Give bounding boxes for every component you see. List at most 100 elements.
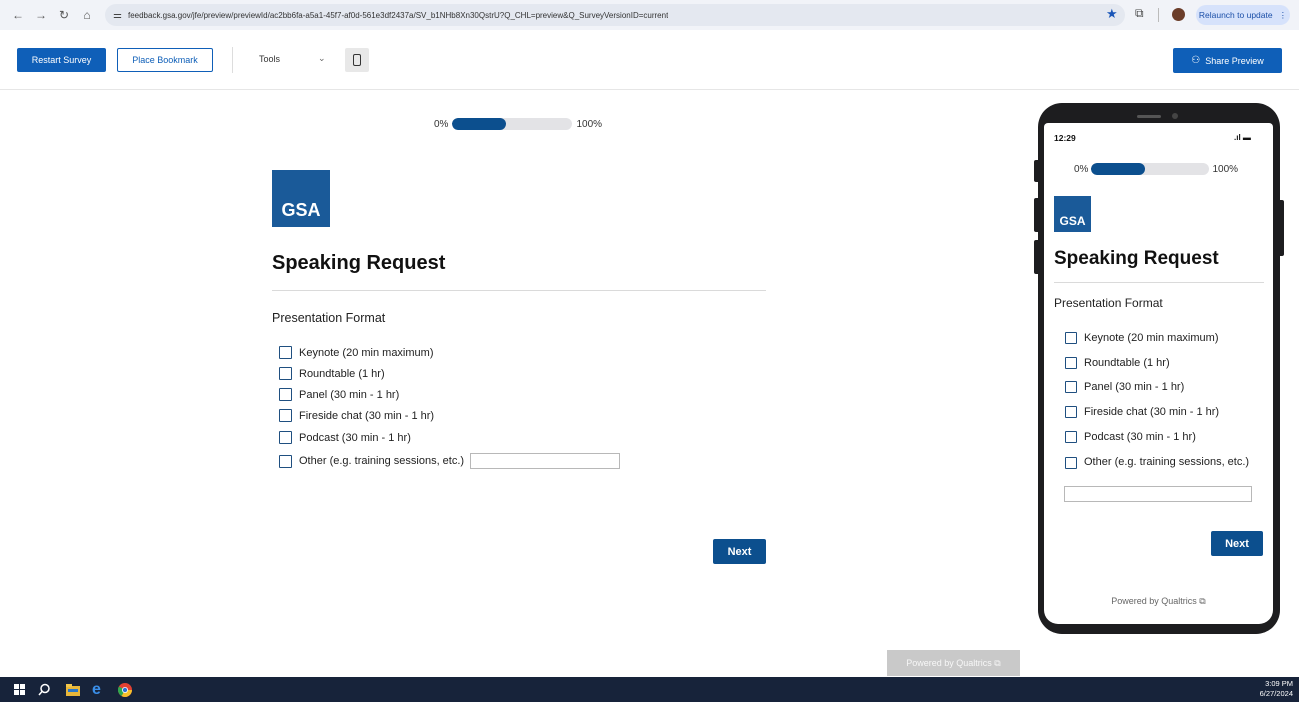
share-preview-button[interactable]: ⚇ Share Preview bbox=[1173, 48, 1282, 73]
progress-end-label: 100% bbox=[576, 118, 603, 130]
tools-dropdown[interactable]: Tools bbox=[259, 54, 280, 64]
phone-status-time: 12:29 bbox=[1054, 133, 1076, 143]
choice-label: Roundtable (1 hr) bbox=[299, 367, 385, 380]
progress-track bbox=[1091, 163, 1210, 175]
phone-signal-battery-icon: .ıl ▬ bbox=[1234, 133, 1251, 142]
choice-other[interactable]: Other (e.g. training sessions, etc.) bbox=[279, 453, 621, 469]
relaunch-label: Relaunch to update bbox=[1198, 10, 1273, 20]
title-divider bbox=[272, 290, 766, 291]
restart-survey-button[interactable]: Restart Survey bbox=[17, 48, 106, 72]
choice-label: Other (e.g. training sessions, etc.) bbox=[1084, 456, 1250, 468]
gsa-logo: GSA bbox=[1054, 196, 1091, 232]
checkbox[interactable] bbox=[1065, 457, 1077, 469]
choice-label: Panel (30 min - 1 hr) bbox=[299, 388, 400, 401]
question-text: Presentation Format bbox=[1054, 296, 1163, 310]
next-label: Next bbox=[1225, 537, 1249, 550]
choice-label: Fireside chat (30 min - 1 hr) bbox=[1084, 406, 1220, 418]
extensions-icon[interactable]: ⧉ bbox=[1135, 6, 1144, 21]
choice-label: Fireside chat (30 min - 1 hr) bbox=[299, 409, 435, 422]
choice-label: Podcast (30 min - 1 hr) bbox=[1084, 431, 1196, 443]
choice-panel[interactable]: Panel (30 min - 1 hr) bbox=[279, 388, 399, 401]
url-text: feedback.gsa.gov/jfe/preview/previewId/a… bbox=[127, 10, 669, 20]
forward-icon[interactable]: → bbox=[31, 5, 51, 25]
checkbox[interactable] bbox=[279, 431, 292, 444]
profile-avatar[interactable] bbox=[1172, 8, 1185, 21]
progress-start-label: 0% bbox=[1074, 163, 1089, 175]
clock-date: 6/27/2024 bbox=[1259, 689, 1293, 698]
place-bookmark-button[interactable]: Place Bookmark bbox=[117, 48, 213, 72]
choice-fireside-chat[interactable]: Fireside chat (30 min - 1 hr) bbox=[279, 409, 434, 422]
checkbox[interactable] bbox=[1065, 431, 1077, 443]
address-bar[interactable]: ⚌ feedback.gsa.gov/jfe/preview/previewId… bbox=[105, 4, 1125, 26]
home-icon[interactable]: ⌂ bbox=[77, 5, 97, 25]
gsa-logo: GSA bbox=[272, 170, 330, 227]
title-divider bbox=[1054, 282, 1264, 283]
system-clock[interactable]: 3:09 PM 6/27/2024 bbox=[1260, 679, 1293, 699]
more-menu-icon: ⋮ bbox=[1278, 9, 1288, 20]
phone-speaker bbox=[1137, 115, 1161, 118]
checkbox[interactable] bbox=[1065, 406, 1077, 418]
phone-power-button bbox=[1280, 200, 1284, 256]
phone-camera bbox=[1172, 113, 1178, 119]
back-icon[interactable]: ← bbox=[8, 5, 28, 25]
choice-label: Keynote (20 min maximum) bbox=[299, 346, 434, 359]
next-label: Next bbox=[727, 545, 752, 558]
relaunch-button[interactable]: Relaunch to update ⋮ bbox=[1196, 5, 1290, 25]
search-icon[interactable] bbox=[38, 682, 51, 697]
windows-taskbar: e 3:09 PM 6/27/2024 bbox=[0, 677, 1299, 702]
powered-by-label: Powered by Qualtrics ⧉ bbox=[906, 657, 1001, 668]
mobile-phone-icon bbox=[353, 54, 361, 66]
bookmark-star-icon[interactable]: ★ bbox=[1106, 6, 1118, 22]
chevron-down-icon[interactable]: ⌄ bbox=[318, 53, 326, 64]
next-button[interactable]: Next bbox=[713, 539, 766, 564]
chrome-icon[interactable] bbox=[118, 682, 132, 697]
choice-podcast[interactable]: Podcast (30 min - 1 hr) bbox=[279, 431, 411, 444]
reload-icon[interactable]: ↻ bbox=[54, 5, 74, 25]
checkbox[interactable] bbox=[279, 409, 292, 422]
toolbar-divider bbox=[232, 47, 233, 73]
choice-label: Roundtable (1 hr) bbox=[1084, 357, 1170, 369]
choice-fireside-chat[interactable]: Fireside chat (30 min - 1 hr) bbox=[1065, 406, 1219, 418]
next-button[interactable]: Next bbox=[1211, 531, 1263, 556]
powered-by-link[interactable]: Powered by Qualtrics ⧉ bbox=[1044, 596, 1273, 607]
progress-bar: 0% 100% bbox=[434, 118, 602, 130]
choice-keynote[interactable]: Keynote (20 min maximum) bbox=[1065, 332, 1219, 344]
phone-progress-bar: 0% 100% bbox=[1074, 163, 1238, 175]
internet-explorer-icon[interactable]: e bbox=[92, 681, 101, 698]
place-bookmark-label: Place Bookmark bbox=[132, 55, 198, 65]
share-icon: ⚇ bbox=[1191, 55, 1201, 66]
choice-label: Panel (30 min - 1 hr) bbox=[1084, 381, 1185, 393]
divider bbox=[1158, 8, 1159, 22]
site-settings-icon[interactable]: ⚌ bbox=[113, 10, 122, 21]
choice-roundtable[interactable]: Roundtable (1 hr) bbox=[1065, 357, 1170, 369]
checkbox[interactable] bbox=[279, 388, 292, 401]
other-text-input[interactable] bbox=[470, 453, 621, 469]
powered-by-link[interactable]: Powered by Qualtrics ⧉ bbox=[887, 650, 1020, 676]
logo-text: GSA bbox=[281, 200, 321, 220]
choice-roundtable[interactable]: Roundtable (1 hr) bbox=[279, 367, 385, 380]
checkbox[interactable] bbox=[1065, 332, 1077, 344]
progress-fill bbox=[1091, 163, 1145, 175]
choice-other[interactable]: Other (e.g. training sessions, etc.) bbox=[1065, 456, 1255, 469]
restart-survey-label: Restart Survey bbox=[31, 55, 92, 65]
mobile-view-toggle[interactable] bbox=[345, 48, 369, 72]
progress-fill bbox=[452, 118, 507, 130]
page-title: Speaking Request bbox=[1054, 248, 1219, 269]
preview-toolbar: Restart Survey Place Bookmark Tools ⌄ ⚇ … bbox=[0, 30, 1299, 90]
checkbox[interactable] bbox=[1065, 357, 1077, 369]
choice-label: Podcast (30 min - 1 hr) bbox=[299, 431, 411, 444]
checkbox[interactable] bbox=[1065, 381, 1077, 393]
choice-podcast[interactable]: Podcast (30 min - 1 hr) bbox=[1065, 431, 1196, 443]
choice-label: Other (e.g. training sessions, etc.) bbox=[299, 455, 465, 467]
checkbox[interactable] bbox=[279, 454, 292, 468]
page-title: Speaking Request bbox=[272, 252, 446, 274]
checkbox[interactable] bbox=[279, 367, 292, 380]
file-explorer-icon[interactable] bbox=[66, 682, 80, 697]
windows-start-icon[interactable] bbox=[14, 682, 25, 697]
choice-panel[interactable]: Panel (30 min - 1 hr) bbox=[1065, 381, 1184, 393]
choice-keynote[interactable]: Keynote (20 min maximum) bbox=[279, 346, 434, 359]
checkbox[interactable] bbox=[279, 346, 292, 359]
choice-label: Keynote (20 min maximum) bbox=[1084, 332, 1219, 344]
share-preview-label: Share Preview bbox=[1205, 55, 1264, 66]
other-text-input[interactable] bbox=[1064, 486, 1252, 502]
